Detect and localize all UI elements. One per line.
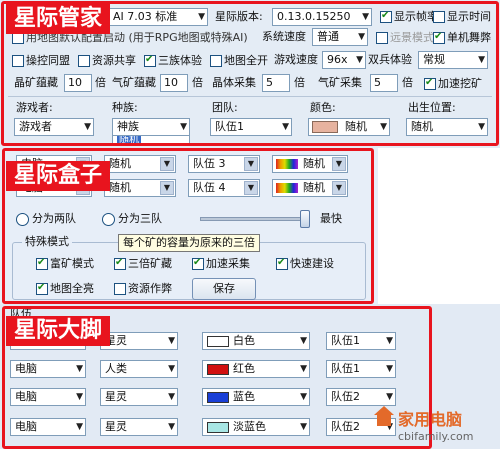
watermark-text: 家用电脑	[398, 410, 463, 429]
section2-badge: 星际盒子	[6, 161, 111, 191]
watermark-url: cbifamily.com	[398, 430, 474, 443]
section2-right-gap	[378, 148, 500, 304]
section1-badge: 星际管家	[6, 4, 111, 34]
watermark-logo: 家用电脑 cbifamily.com	[372, 404, 498, 448]
house-logo-icon	[374, 406, 394, 426]
section3-badge: 星际大脚	[6, 316, 111, 346]
